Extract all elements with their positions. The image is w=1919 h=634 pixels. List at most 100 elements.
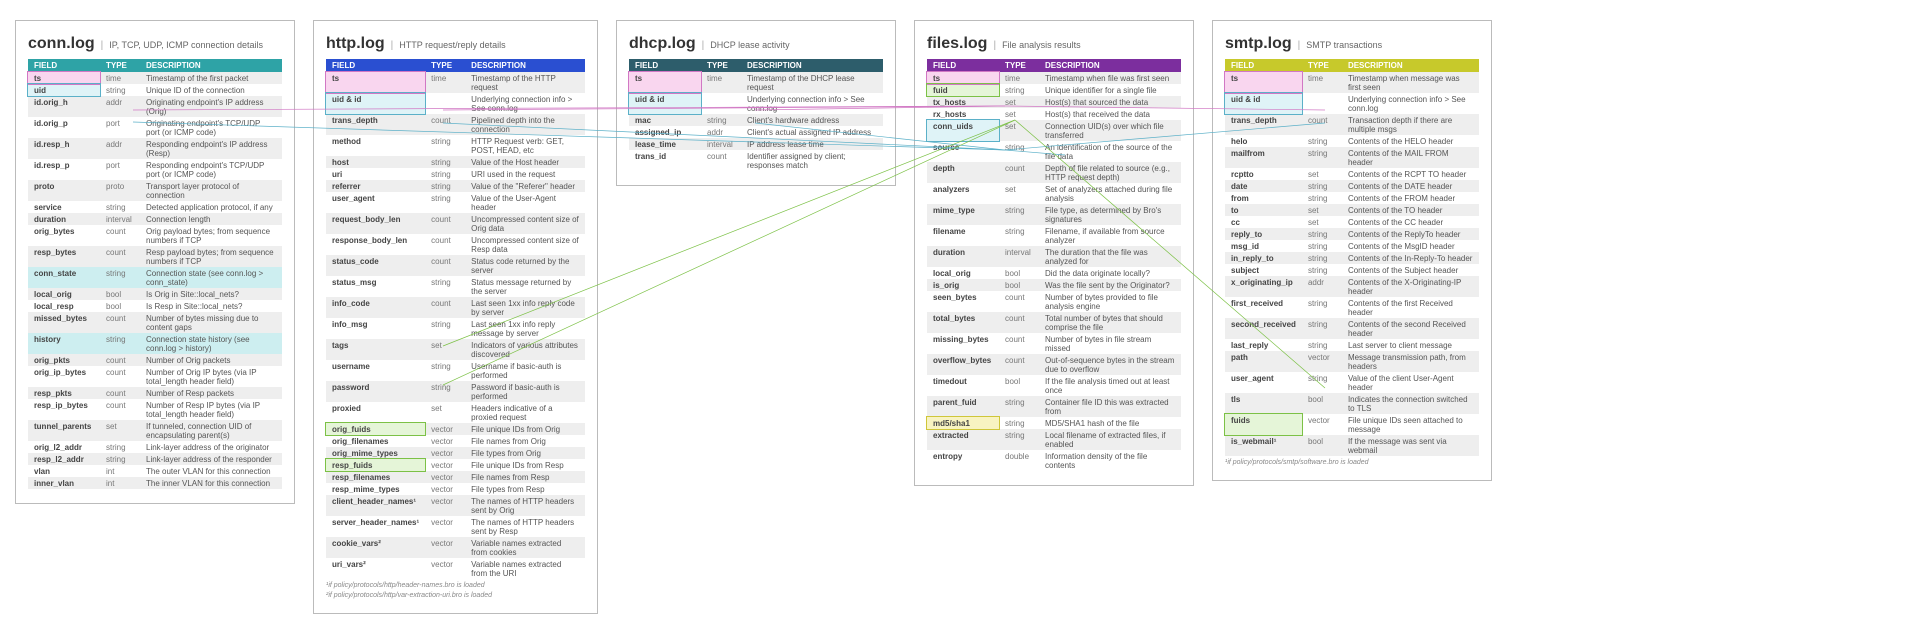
field-type: addr xyxy=(701,126,741,138)
field-name: local_resp xyxy=(28,300,100,312)
field-name: last_reply xyxy=(1225,339,1302,351)
schema-table: FIELDTYPEDESCRIPTIONtstimeTimestamp of t… xyxy=(629,59,883,171)
field-type: string xyxy=(1302,240,1342,252)
field-description: Value of the "Referer" header xyxy=(465,180,585,192)
field-type: count xyxy=(425,297,465,318)
log-subtitle: File analysis results xyxy=(1002,40,1081,50)
field-description: Connection state (see conn.log > conn_st… xyxy=(140,267,282,288)
log-card-smtp: smtp.log|SMTP transactionsFIELDTYPEDESCR… xyxy=(1212,20,1492,481)
log-card-http: http.log|HTTP request/reply detailsFIELD… xyxy=(313,20,598,614)
field-name: resp_pkts xyxy=(28,387,100,399)
field-name: fuid xyxy=(927,84,999,96)
field-name: server_header_names¹ xyxy=(326,516,425,537)
field-description: Status message returned by the server xyxy=(465,276,585,297)
table-row: servicestringDetected application protoc… xyxy=(28,201,282,213)
field-type: count xyxy=(425,255,465,276)
field-description: Responding endpoint's IP address (Resp) xyxy=(140,138,282,159)
field-description: Message transmission path, from headers xyxy=(1342,351,1479,372)
field-type: addr xyxy=(100,96,140,117)
field-type: string xyxy=(100,267,140,288)
field-description: Timestamp when file was first seen xyxy=(1039,72,1181,84)
table-row: in_reply_tostringContents of the In-Repl… xyxy=(1225,252,1479,264)
field-description: Originating endpoint's IP address (Orig) xyxy=(140,96,282,117)
field-type: port xyxy=(100,117,140,138)
field-type: time xyxy=(999,72,1039,84)
table-row: overflow_bytescountOut-of-sequence bytes… xyxy=(927,354,1181,375)
field-name: resp_ip_bytes xyxy=(28,399,100,420)
field-description: File unique IDs seen attached to message xyxy=(1342,414,1479,435)
field-type: set xyxy=(999,120,1039,141)
table-row: msg_idstringContents of the MsgID header xyxy=(1225,240,1479,252)
field-type: string xyxy=(425,192,465,213)
field-name: tx_hosts xyxy=(927,96,999,108)
field-type: vector xyxy=(425,423,465,435)
field-name: id.resp_h xyxy=(28,138,100,159)
table-row: uid & idUnderlying connection info > See… xyxy=(629,93,883,114)
field-type: string xyxy=(1302,180,1342,192)
table-row: durationintervalThe duration that the fi… xyxy=(927,246,1181,267)
field-type: string xyxy=(425,156,465,168)
field-description: Link-layer address of the originator xyxy=(140,441,282,453)
field-name: missing_bytes xyxy=(927,333,999,354)
field-description: Orig payload bytes; from sequence number… xyxy=(140,225,282,246)
table-row: inner_vlanintThe inner VLAN for this con… xyxy=(28,477,282,489)
table-row: id.orig_pportOriginating endpoint's TCP/… xyxy=(28,117,282,138)
field-description: Number of bytes in file stream missed xyxy=(1039,333,1181,354)
field-description: Did the data originate locally? xyxy=(1039,267,1181,279)
table-row: resp_mime_typesvectorFile types from Res… xyxy=(326,483,585,495)
field-name: filename xyxy=(927,225,999,246)
table-row: proxiedsetHeaders indicative of a proxie… xyxy=(326,402,585,423)
field-description: Information density of the file contents xyxy=(1039,450,1181,471)
field-description: Number of bytes provided to file analysi… xyxy=(1039,291,1181,312)
field-description: Contents of the HELO header xyxy=(1342,135,1479,147)
field-type: vector xyxy=(425,558,465,579)
log-title: dhcp.log xyxy=(629,35,696,53)
field-name: referrer xyxy=(326,180,425,192)
field-type: string xyxy=(425,318,465,339)
table-row: methodstringHTTP Request verb: GET, POST… xyxy=(326,135,585,156)
field-type: vector xyxy=(425,459,465,471)
table-row: tstimeTimestamp of the first packet xyxy=(28,72,282,84)
field-description: Number of Orig IP bytes (via IP total_le… xyxy=(140,366,282,387)
field-description: Contents of the X-Originating-IP header xyxy=(1342,276,1479,297)
field-description: Username if basic-auth is performed xyxy=(465,360,585,381)
table-row: client_header_names¹vectorThe names of H… xyxy=(326,495,585,516)
field-description: Is Orig in Site::local_nets? xyxy=(140,288,282,300)
field-name: md5/sha1 xyxy=(927,417,999,429)
table-row: usernamestringUsername if basic-auth is … xyxy=(326,360,585,381)
field-type: set xyxy=(425,402,465,423)
field-name: local_orig xyxy=(28,288,100,300)
field-name: date xyxy=(1225,180,1302,192)
field-name: method xyxy=(326,135,425,156)
footnote: ¹if policy/protocols/smtp/software.bro i… xyxy=(1225,459,1479,466)
field-description: Indicators of various attributes discove… xyxy=(465,339,585,360)
field-type: set xyxy=(1302,168,1342,180)
table-row: local_respboolIs Resp in Site::local_net… xyxy=(28,300,282,312)
field-name: uid & id xyxy=(1225,93,1302,114)
field-name: mac xyxy=(629,114,701,126)
field-name: orig_l2_addr xyxy=(28,441,100,453)
field-description: The outer VLAN for this connection xyxy=(140,465,282,477)
field-description: File unique IDs from Orig xyxy=(465,423,585,435)
field-type: bool xyxy=(100,300,140,312)
field-description: Container file ID this was extracted fro… xyxy=(1039,396,1181,417)
log-subtitle: DHCP lease activity xyxy=(710,40,789,50)
field-description: MD5/SHA1 hash of the file xyxy=(1039,417,1181,429)
field-name: resp_l2_addr xyxy=(28,453,100,465)
log-card-files: files.log|File analysis resultsFIELDTYPE… xyxy=(914,20,1194,486)
field-description: Was the file sent by the Originator? xyxy=(1039,279,1181,291)
field-description: URI used in the request xyxy=(465,168,585,180)
field-type: string xyxy=(100,441,140,453)
field-name: id.orig_h xyxy=(28,96,100,117)
field-type: string xyxy=(425,360,465,381)
field-name: request_body_len xyxy=(326,213,425,234)
table-row: total_bytescountTotal number of bytes th… xyxy=(927,312,1181,333)
field-type: count xyxy=(100,246,140,267)
field-description: Contents of the RCPT TO header xyxy=(1342,168,1479,180)
field-type: string xyxy=(100,201,140,213)
field-description: The names of HTTP headers sent by Orig xyxy=(465,495,585,516)
table-row: conn_uidssetConnection UID(s) over which… xyxy=(927,120,1181,141)
field-type: count xyxy=(999,162,1039,183)
field-description: Value of the Host header xyxy=(465,156,585,168)
field-type: string xyxy=(425,381,465,402)
